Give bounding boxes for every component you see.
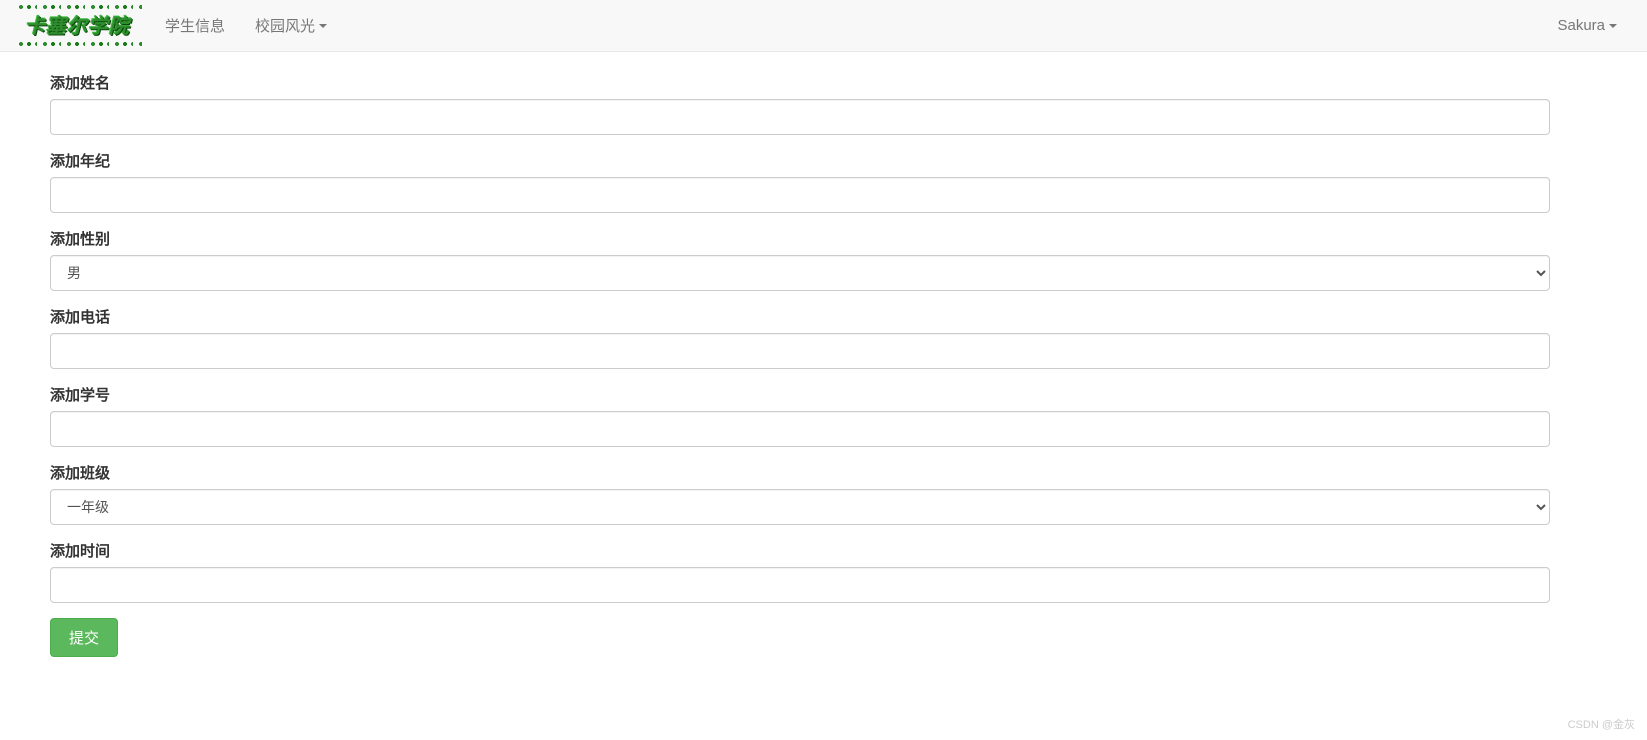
form-group-name: 添加姓名 [50, 72, 1550, 135]
form-group-age: 添加年纪 [50, 150, 1550, 213]
label-time: 添加时间 [50, 540, 1550, 561]
form-group-class: 添加班级 一年级 [50, 462, 1550, 525]
submit-button[interactable]: 提交 [50, 618, 118, 657]
brand-logo[interactable]: 卡塞尔学院 [15, 6, 140, 45]
label-class: 添加班级 [50, 462, 1550, 483]
form-group-time: 添加时间 [50, 540, 1550, 603]
phone-input[interactable] [50, 333, 1550, 369]
form-group-gender: 添加性别 男 [50, 228, 1550, 291]
time-input[interactable] [50, 567, 1550, 603]
label-name: 添加姓名 [50, 72, 1550, 93]
nav-campus-scenery-label: 校园风光 [255, 15, 315, 36]
label-student-id: 添加学号 [50, 384, 1550, 405]
age-input[interactable] [50, 177, 1550, 213]
label-age: 添加年纪 [50, 150, 1550, 171]
nav-right: Sakura [1542, 2, 1632, 49]
chevron-down-icon [319, 24, 327, 28]
navbar: 卡塞尔学院 学生信息 校园风光 Sakura [0, 0, 1647, 52]
add-student-form: 添加姓名 添加年纪 添加性别 男 添加电话 添加学号 添加班级 一年级 [50, 72, 1550, 657]
name-input[interactable] [50, 99, 1550, 135]
form-group-student-id: 添加学号 [50, 384, 1550, 447]
student-id-input[interactable] [50, 411, 1550, 447]
label-gender: 添加性别 [50, 228, 1550, 249]
label-phone: 添加电话 [50, 306, 1550, 327]
watermark: CSDN @金灰 [1568, 716, 1635, 732]
nav-user-menu[interactable]: Sakura [1542, 2, 1632, 49]
nav-user-label: Sakura [1557, 17, 1605, 34]
nav-student-info[interactable]: 学生信息 [150, 0, 240, 51]
class-select[interactable]: 一年级 [50, 489, 1550, 525]
nav-left: 学生信息 校园风光 [150, 0, 342, 51]
form-container: 添加姓名 添加年纪 添加性别 男 添加电话 添加学号 添加班级 一年级 [0, 52, 1600, 677]
gender-select[interactable]: 男 [50, 255, 1550, 291]
nav-student-info-label: 学生信息 [165, 15, 225, 36]
nav-campus-scenery[interactable]: 校园风光 [240, 0, 342, 51]
form-group-phone: 添加电话 [50, 306, 1550, 369]
chevron-down-icon [1609, 24, 1617, 28]
